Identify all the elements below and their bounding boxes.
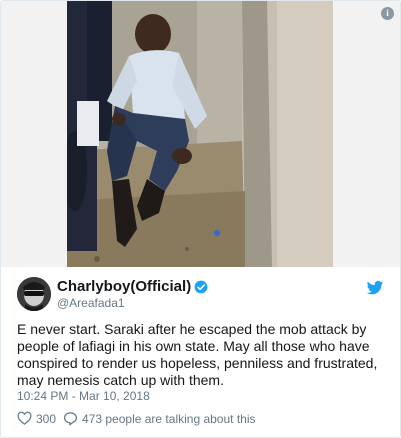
tweet-header: Charlyboy(Official) @Areafada1 — [1, 267, 400, 317]
like-count: 300 — [36, 411, 57, 426]
display-name[interactable]: Charlyboy(Official) — [57, 278, 191, 295]
photo-illustration — [67, 1, 333, 267]
tweet-photo[interactable]: i — [1, 1, 400, 267]
tweet-timestamp[interactable]: 10:24 PM - Mar 10, 2018 — [17, 389, 150, 403]
tweet-text: E never start. Saraki after he escaped t… — [17, 321, 378, 388]
speech-bubble-icon — [63, 412, 78, 426]
info-icon[interactable]: i — [381, 7, 394, 20]
tweet-card: i Charlyboy(Official) @Areafada1 E never… — [0, 0, 401, 438]
name-row: Charlyboy(Official) — [57, 278, 208, 295]
conversation-link[interactable]: 473 people are talking about this — [63, 411, 256, 426]
photo-content — [67, 1, 333, 267]
verified-badge-icon — [194, 280, 208, 293]
avatar-image — [17, 277, 51, 311]
tweet-actions: 300 473 people are talking about this — [17, 411, 256, 426]
user-handle[interactable]: @Areafada1 — [57, 296, 125, 310]
like-button[interactable]: 300 — [17, 411, 56, 426]
heart-icon — [17, 411, 32, 425]
avatar[interactable] — [17, 277, 51, 311]
twitter-bird-icon[interactable] — [366, 279, 384, 297]
conversation-count: 473 people are talking about this — [82, 411, 256, 426]
